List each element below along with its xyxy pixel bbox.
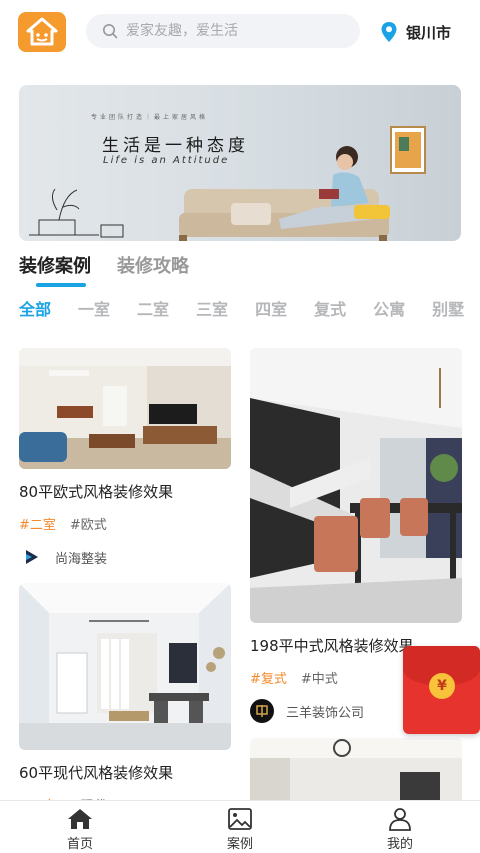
nav-cases-label: 案例 [226, 837, 253, 852]
company-name: 尚海整装 [55, 551, 108, 567]
city-label: 银川市 [406, 23, 452, 42]
tab-cases[interactable]: 装修案例 [19, 252, 91, 288]
case-photo [19, 348, 231, 469]
nav-cases[interactable]: 案例 [160, 801, 320, 853]
company-logo [19, 545, 43, 569]
home-icon [68, 809, 92, 829]
category-one-room[interactable]: 一室 [78, 296, 110, 324]
category-all[interactable]: 全部 [19, 296, 51, 324]
company-name: 三羊装饰公司 [286, 705, 365, 721]
search-input[interactable] [126, 14, 346, 48]
case-photo [19, 583, 231, 750]
nav-home[interactable]: 首页 [0, 801, 160, 853]
case-card[interactable]: 80平欧式风格装修效果 #二室 #欧式 尚海整装 [19, 348, 231, 569]
house-face-icon [26, 17, 58, 46]
image-icon [228, 808, 252, 830]
style-tag[interactable]: #中式 [301, 668, 338, 687]
nav-profile-label: 我的 [386, 837, 413, 852]
promo-banner[interactable]: 专业团队打造｜最上家居风格 生活是一种态度 Life is an Attitud… [19, 85, 461, 241]
case-card[interactable]: 60平现代风格装修效果 #二室 #现代 [19, 583, 231, 814]
search-bar[interactable] [86, 14, 360, 48]
company-info[interactable]: 尚海整装 [19, 545, 231, 569]
yuan-coin-icon: ¥ [429, 673, 455, 699]
nav-profile[interactable]: 我的 [320, 801, 480, 853]
case-title: 60平现代风格装修效果 [19, 764, 174, 782]
nav-home-label: 首页 [66, 837, 93, 852]
header: 银川市 [0, 0, 480, 64]
location-pin-icon [381, 22, 397, 42]
room-tag[interactable]: #复式 [250, 668, 287, 687]
location-selector[interactable]: 银川市 [380, 18, 451, 46]
app-logo[interactable] [18, 12, 66, 52]
company-logo [250, 699, 274, 723]
category-tabs: 全部 一室 二室 三室 四室 复式 公寓 别墅 [19, 296, 480, 324]
user-icon [389, 808, 411, 831]
style-tag[interactable]: #欧式 [70, 514, 107, 533]
category-villa[interactable]: 别墅 [432, 296, 464, 324]
category-duplex[interactable]: 复式 [314, 296, 346, 324]
main-tabs: 装修案例 装修攻略 [19, 252, 215, 288]
case-photo [250, 348, 462, 623]
category-four-room[interactable]: 四室 [255, 296, 287, 324]
room-tag[interactable]: #二室 [19, 514, 56, 533]
category-three-room[interactable]: 三室 [196, 296, 228, 324]
tab-guides[interactable]: 装修攻略 [117, 252, 189, 288]
category-apartment[interactable]: 公寓 [373, 296, 405, 324]
red-envelope-button[interactable]: ¥ [403, 646, 480, 734]
bottom-nav: 首页 案例 我的 [0, 800, 480, 853]
banner-illustration [29, 126, 426, 241]
category-two-room[interactable]: 二室 [137, 296, 169, 324]
search-icon [103, 24, 118, 39]
case-title: 80平欧式风格装修效果 [19, 483, 174, 501]
